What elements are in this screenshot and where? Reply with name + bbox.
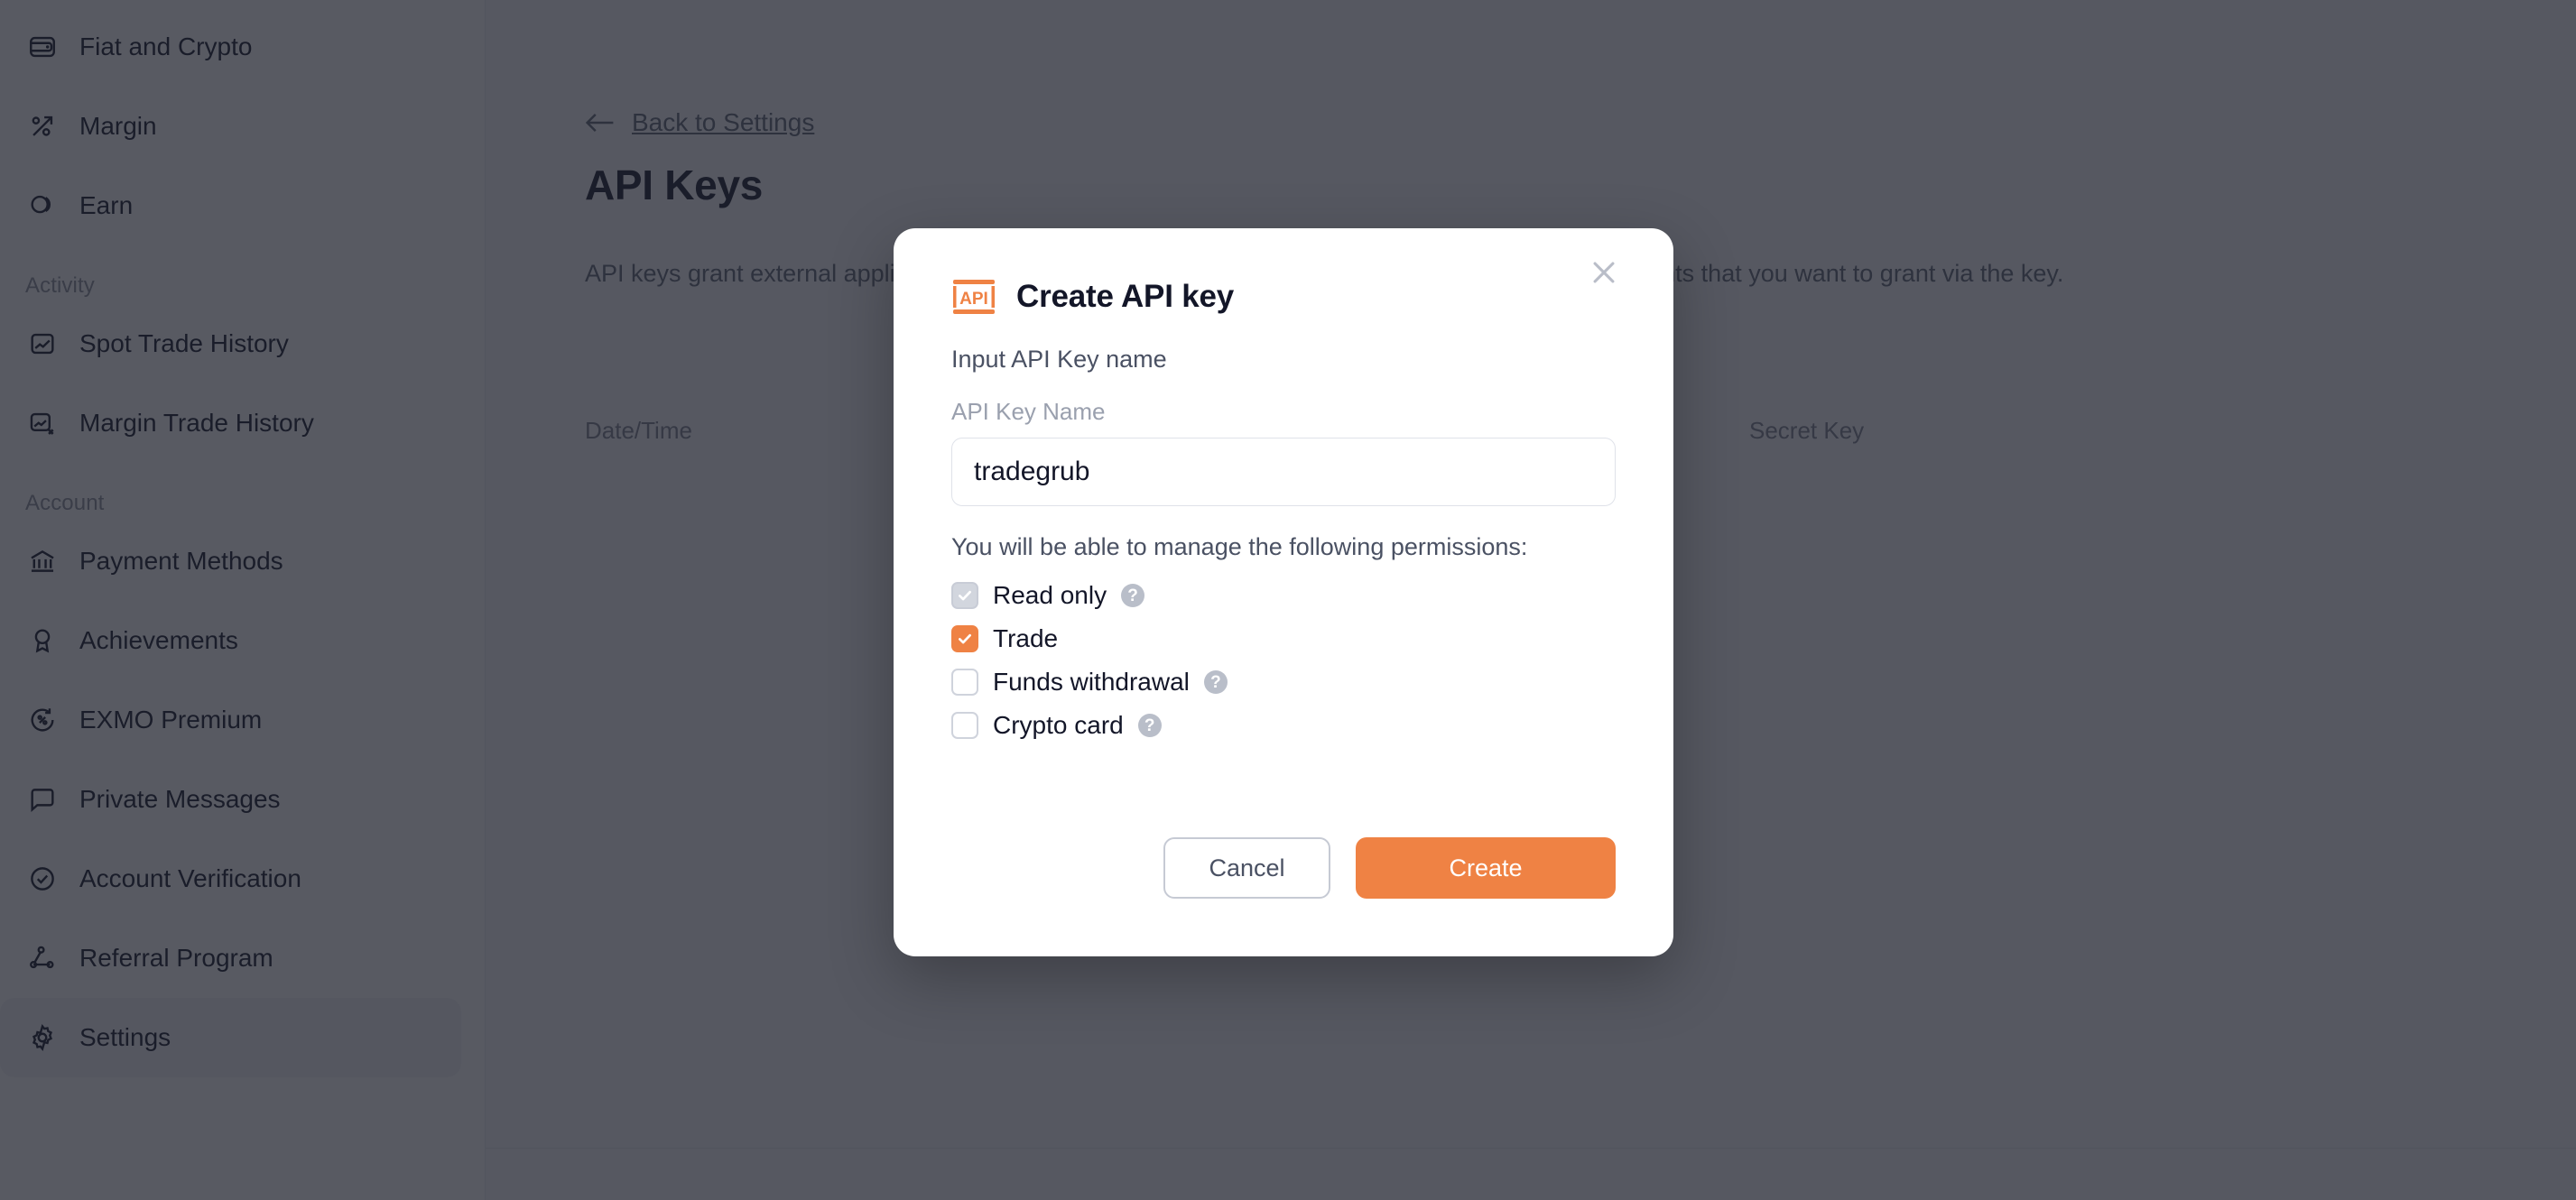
permission-row-funds-withdrawal[interactable]: Funds withdrawal ? (951, 660, 1616, 704)
permission-label: Trade (993, 624, 1059, 652)
create-button[interactable]: Create (1356, 837, 1616, 899)
permissions-list: Read only ? Trade Funds withdrawal ? Cry… (951, 574, 1616, 747)
api-logo-icon: API (951, 278, 996, 316)
create-api-key-modal: API Create API key Input API Key name AP… (894, 228, 1673, 956)
checkbox-crypto-card[interactable] (951, 712, 978, 739)
modal-title: Create API key (1016, 279, 1235, 314)
permission-row-crypto-card[interactable]: Crypto card ? (951, 704, 1616, 747)
permission-row-read-only[interactable]: Read only ? (951, 574, 1616, 617)
help-icon-crypto-card[interactable]: ? (1137, 714, 1162, 737)
api-key-name-label: API Key Name (951, 398, 1106, 425)
permission-label: Crypto card (993, 711, 1124, 739)
api-key-name-input[interactable] (951, 438, 1616, 506)
help-icon-read-only[interactable]: ? (1121, 584, 1145, 607)
permissions-intro: You will be able to manage the following… (951, 533, 1528, 560)
modal-actions: Cancel Create (951, 837, 1616, 899)
checkbox-trade[interactable] (951, 625, 978, 652)
close-icon[interactable] (1580, 248, 1628, 297)
modal-subtitle: Input API Key name (951, 346, 1167, 373)
permission-label: Read only (993, 581, 1107, 609)
modal-header: API Create API key (951, 228, 1616, 316)
checkbox-funds-withdrawal[interactable] (951, 669, 978, 696)
help-icon-funds-withdrawal[interactable]: ? (1203, 670, 1228, 694)
permission-row-trade[interactable]: Trade (951, 617, 1616, 660)
cancel-button[interactable]: Cancel (1163, 837, 1330, 899)
permission-label: Funds withdrawal (993, 668, 1190, 696)
svg-text:API: API (959, 290, 988, 309)
checkbox-read-only (951, 582, 978, 609)
